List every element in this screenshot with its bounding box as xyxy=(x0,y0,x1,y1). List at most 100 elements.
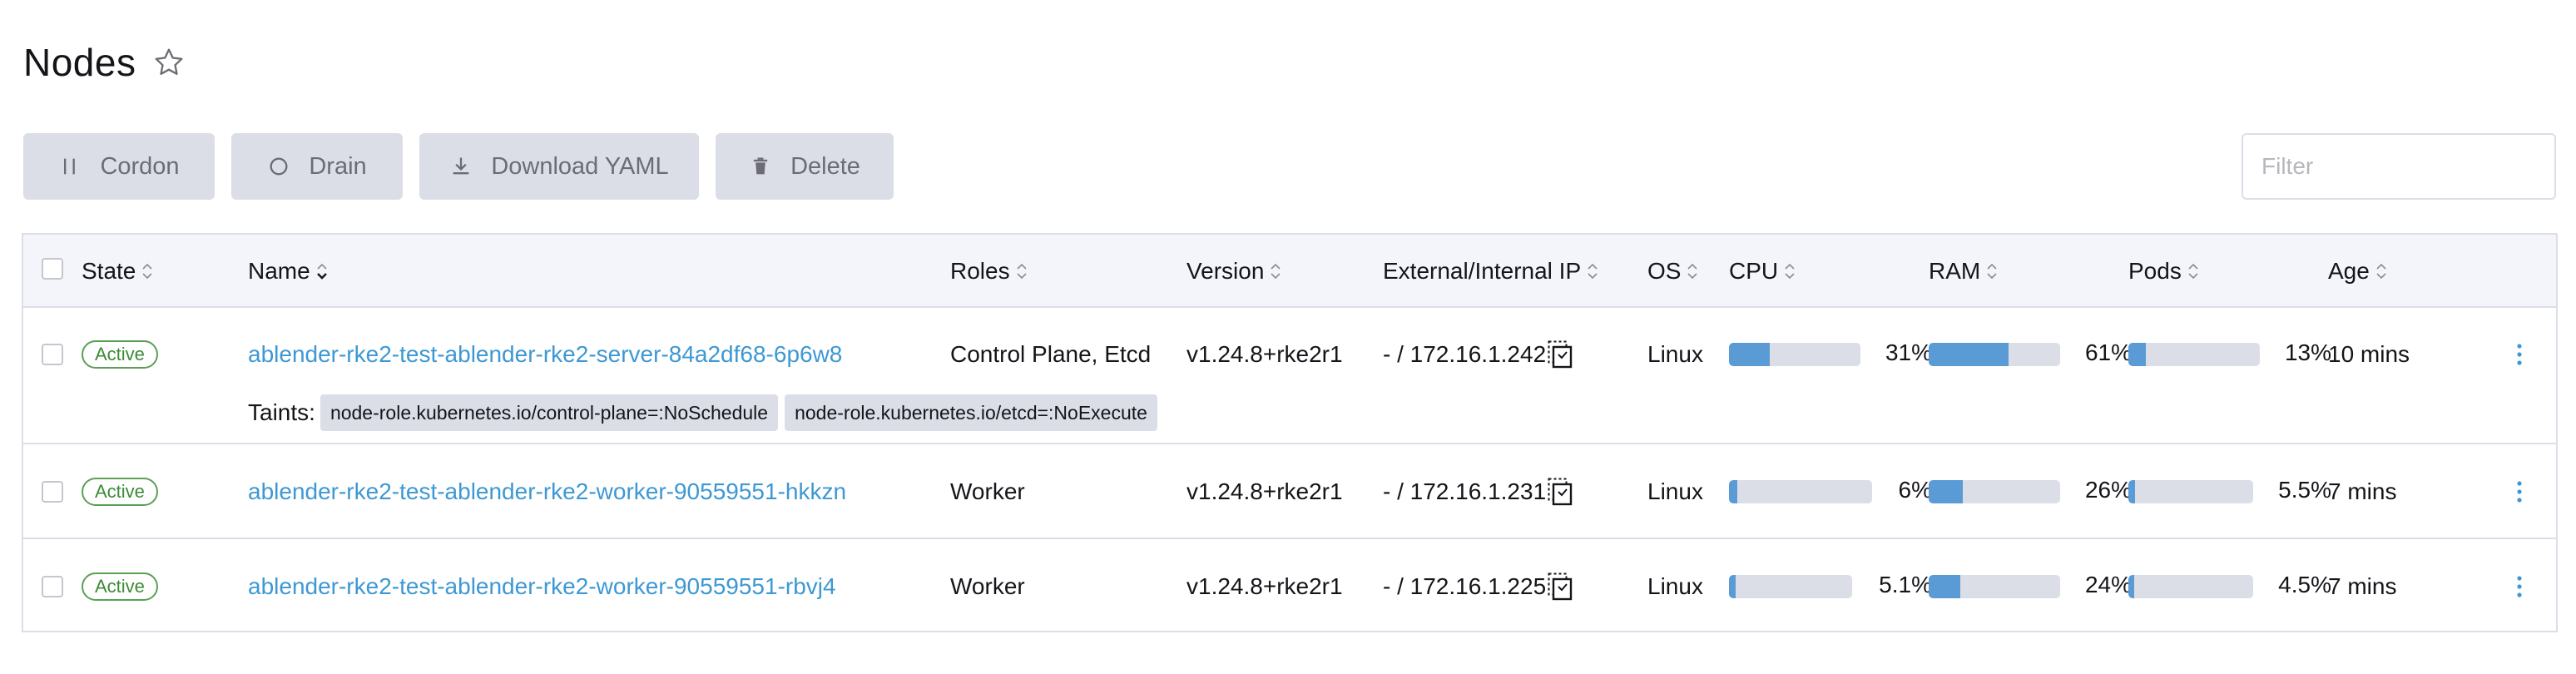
column-header-os[interactable]: OS xyxy=(1647,235,1699,308)
status-badge: Active xyxy=(82,572,158,601)
ip-text: - / 172.16.1.242 xyxy=(1383,341,1547,367)
column-header-version[interactable]: Version xyxy=(1186,235,1282,308)
ram-percent: 26% xyxy=(2084,477,2132,503)
column-header-label: State xyxy=(82,258,136,284)
kebab-icon[interactable] xyxy=(2511,338,2528,371)
kebab-icon[interactable] xyxy=(2511,475,2528,508)
column-header-label: Pods xyxy=(2128,258,2182,284)
star-icon[interactable] xyxy=(152,46,186,79)
filter-input[interactable] xyxy=(2242,133,2556,200)
ram-bar-fill xyxy=(1929,343,2009,366)
status-badge: Active xyxy=(82,340,158,369)
cordon-button[interactable]: Cordon xyxy=(23,133,215,200)
version-cell: v1.24.8+rke2r1 xyxy=(1186,573,1343,599)
name-cell: ablender-rke2-test-ablender-rke2-worker-… xyxy=(248,473,846,510)
drain-label: Drain xyxy=(309,152,367,180)
sort-icon xyxy=(141,260,154,282)
age-cell: 10 mins xyxy=(2328,341,2410,367)
cpu-bar-fill xyxy=(1729,480,1738,503)
sort-icon xyxy=(1269,260,1282,282)
pods-percent: 13% xyxy=(2284,339,2331,365)
name-cell: ablender-rke2-test-ablender-rke2-worker-… xyxy=(248,568,836,605)
table-row: Active ablender-rke2-test-ablender-rke2-… xyxy=(23,444,2556,539)
cordon-label: Cordon xyxy=(100,152,180,180)
state-cell: Active xyxy=(82,336,158,373)
taint-chip: node-role.kubernetes.io/control-plane=:N… xyxy=(320,394,779,431)
sort-icon xyxy=(1015,260,1028,282)
version-cell: v1.24.8+rke2r1 xyxy=(1186,341,1343,367)
pods-bar xyxy=(2128,575,2253,598)
ram-bar-fill xyxy=(1929,575,1960,598)
os-cell: Linux xyxy=(1647,341,1703,367)
row-checkbox[interactable] xyxy=(42,576,63,597)
column-header-state[interactable]: State xyxy=(82,235,154,308)
ip-text: - / 172.16.1.231 xyxy=(1383,478,1547,504)
title-row: Nodes xyxy=(23,33,186,92)
pause-icon xyxy=(58,155,82,178)
state-cell: Active xyxy=(82,473,158,510)
column-header-ram[interactable]: RAM xyxy=(1929,235,1999,308)
download-yaml-label: Download YAML xyxy=(491,152,669,180)
version-cell: v1.24.8+rke2r1 xyxy=(1186,478,1343,504)
node-name-link[interactable]: ablender-rke2-test-ablender-rke2-worker-… xyxy=(248,573,836,600)
node-name-link[interactable]: ablender-rke2-test-ablender-rke2-server-… xyxy=(248,341,842,368)
column-header-name[interactable]: Name xyxy=(248,235,329,308)
pods-bar-fill xyxy=(2128,575,2134,598)
column-header-cpu[interactable]: CPU xyxy=(1729,235,1796,308)
column-header-label: OS xyxy=(1647,258,1682,284)
ip-cell: - / 172.16.1.242 xyxy=(1383,336,1573,373)
ip-cell: - / 172.16.1.225 xyxy=(1383,568,1573,605)
circle-icon xyxy=(267,155,290,178)
cpu-bar xyxy=(1729,480,1872,503)
toolbar: Cordon Drain Download YAML Delete xyxy=(23,133,894,200)
os-cell: Linux xyxy=(1647,573,1703,599)
row-checkbox[interactable] xyxy=(42,344,63,365)
copy-icon[interactable] xyxy=(1548,572,1573,601)
copy-icon[interactable] xyxy=(1548,478,1573,506)
copy-icon[interactable] xyxy=(1548,340,1573,369)
column-header-ip[interactable]: External/Internal IP xyxy=(1383,235,1599,308)
cpu-percent: 6% xyxy=(1898,477,1932,503)
row-checkbox[interactable] xyxy=(42,481,63,503)
select-all-checkbox[interactable] xyxy=(42,258,63,280)
column-header-label: Name xyxy=(248,258,310,284)
pods-bar-fill xyxy=(2128,343,2146,366)
taint-chip: node-role.kubernetes.io/etcd=:NoExecute xyxy=(785,394,1157,431)
column-header-pods[interactable]: Pods xyxy=(2128,235,2200,308)
os-cell: Linux xyxy=(1647,478,1703,504)
state-cell: Active xyxy=(82,568,158,605)
download-yaml-button[interactable]: Download YAML xyxy=(419,133,699,200)
column-header-label: Roles xyxy=(950,258,1010,284)
column-header-label: Version xyxy=(1186,258,1265,284)
pods-percent: 4.5% xyxy=(2278,572,2331,597)
cpu-bar-fill xyxy=(1729,343,1770,366)
delete-label: Delete xyxy=(790,152,860,180)
column-header-roles[interactable]: Roles xyxy=(950,235,1028,308)
pods-percent: 5.5% xyxy=(2278,477,2331,503)
page-title: Nodes xyxy=(23,41,136,84)
table-row: Active ablender-rke2-test-ablender-rke2-… xyxy=(23,539,2556,634)
ram-percent: 24% xyxy=(2084,572,2132,597)
cpu-bar xyxy=(1729,343,1860,366)
age-cell: 7 mins xyxy=(2328,573,2397,599)
node-name-link[interactable]: ablender-rke2-test-ablender-rke2-worker-… xyxy=(248,478,846,505)
ram-bar xyxy=(1929,575,2060,598)
ip-text: - / 172.16.1.225 xyxy=(1383,573,1547,599)
download-icon xyxy=(449,155,473,178)
delete-button[interactable]: Delete xyxy=(716,133,894,200)
ip-cell: - / 172.16.1.231 xyxy=(1383,473,1573,510)
column-header-label: RAM xyxy=(1929,258,1981,284)
kebab-icon[interactable] xyxy=(2511,570,2528,603)
column-header-age[interactable]: Age xyxy=(2328,235,2388,308)
sort-icon xyxy=(1586,260,1599,282)
sort-icon xyxy=(315,260,329,282)
table-row: Active ablender-rke2-test-ablender-rke2-… xyxy=(23,308,2556,444)
ram-bar-fill xyxy=(1929,480,1964,503)
roles-cell: Worker xyxy=(950,478,1025,504)
cpu-percent: 5.1% xyxy=(1879,572,1932,597)
roles-cell: Control Plane, Etcd xyxy=(950,341,1152,367)
drain-button[interactable]: Drain xyxy=(231,133,403,200)
pods-bar xyxy=(2128,343,2260,366)
column-header-label: External/Internal IP xyxy=(1383,258,1582,284)
cpu-percent: 31% xyxy=(1885,339,1932,365)
